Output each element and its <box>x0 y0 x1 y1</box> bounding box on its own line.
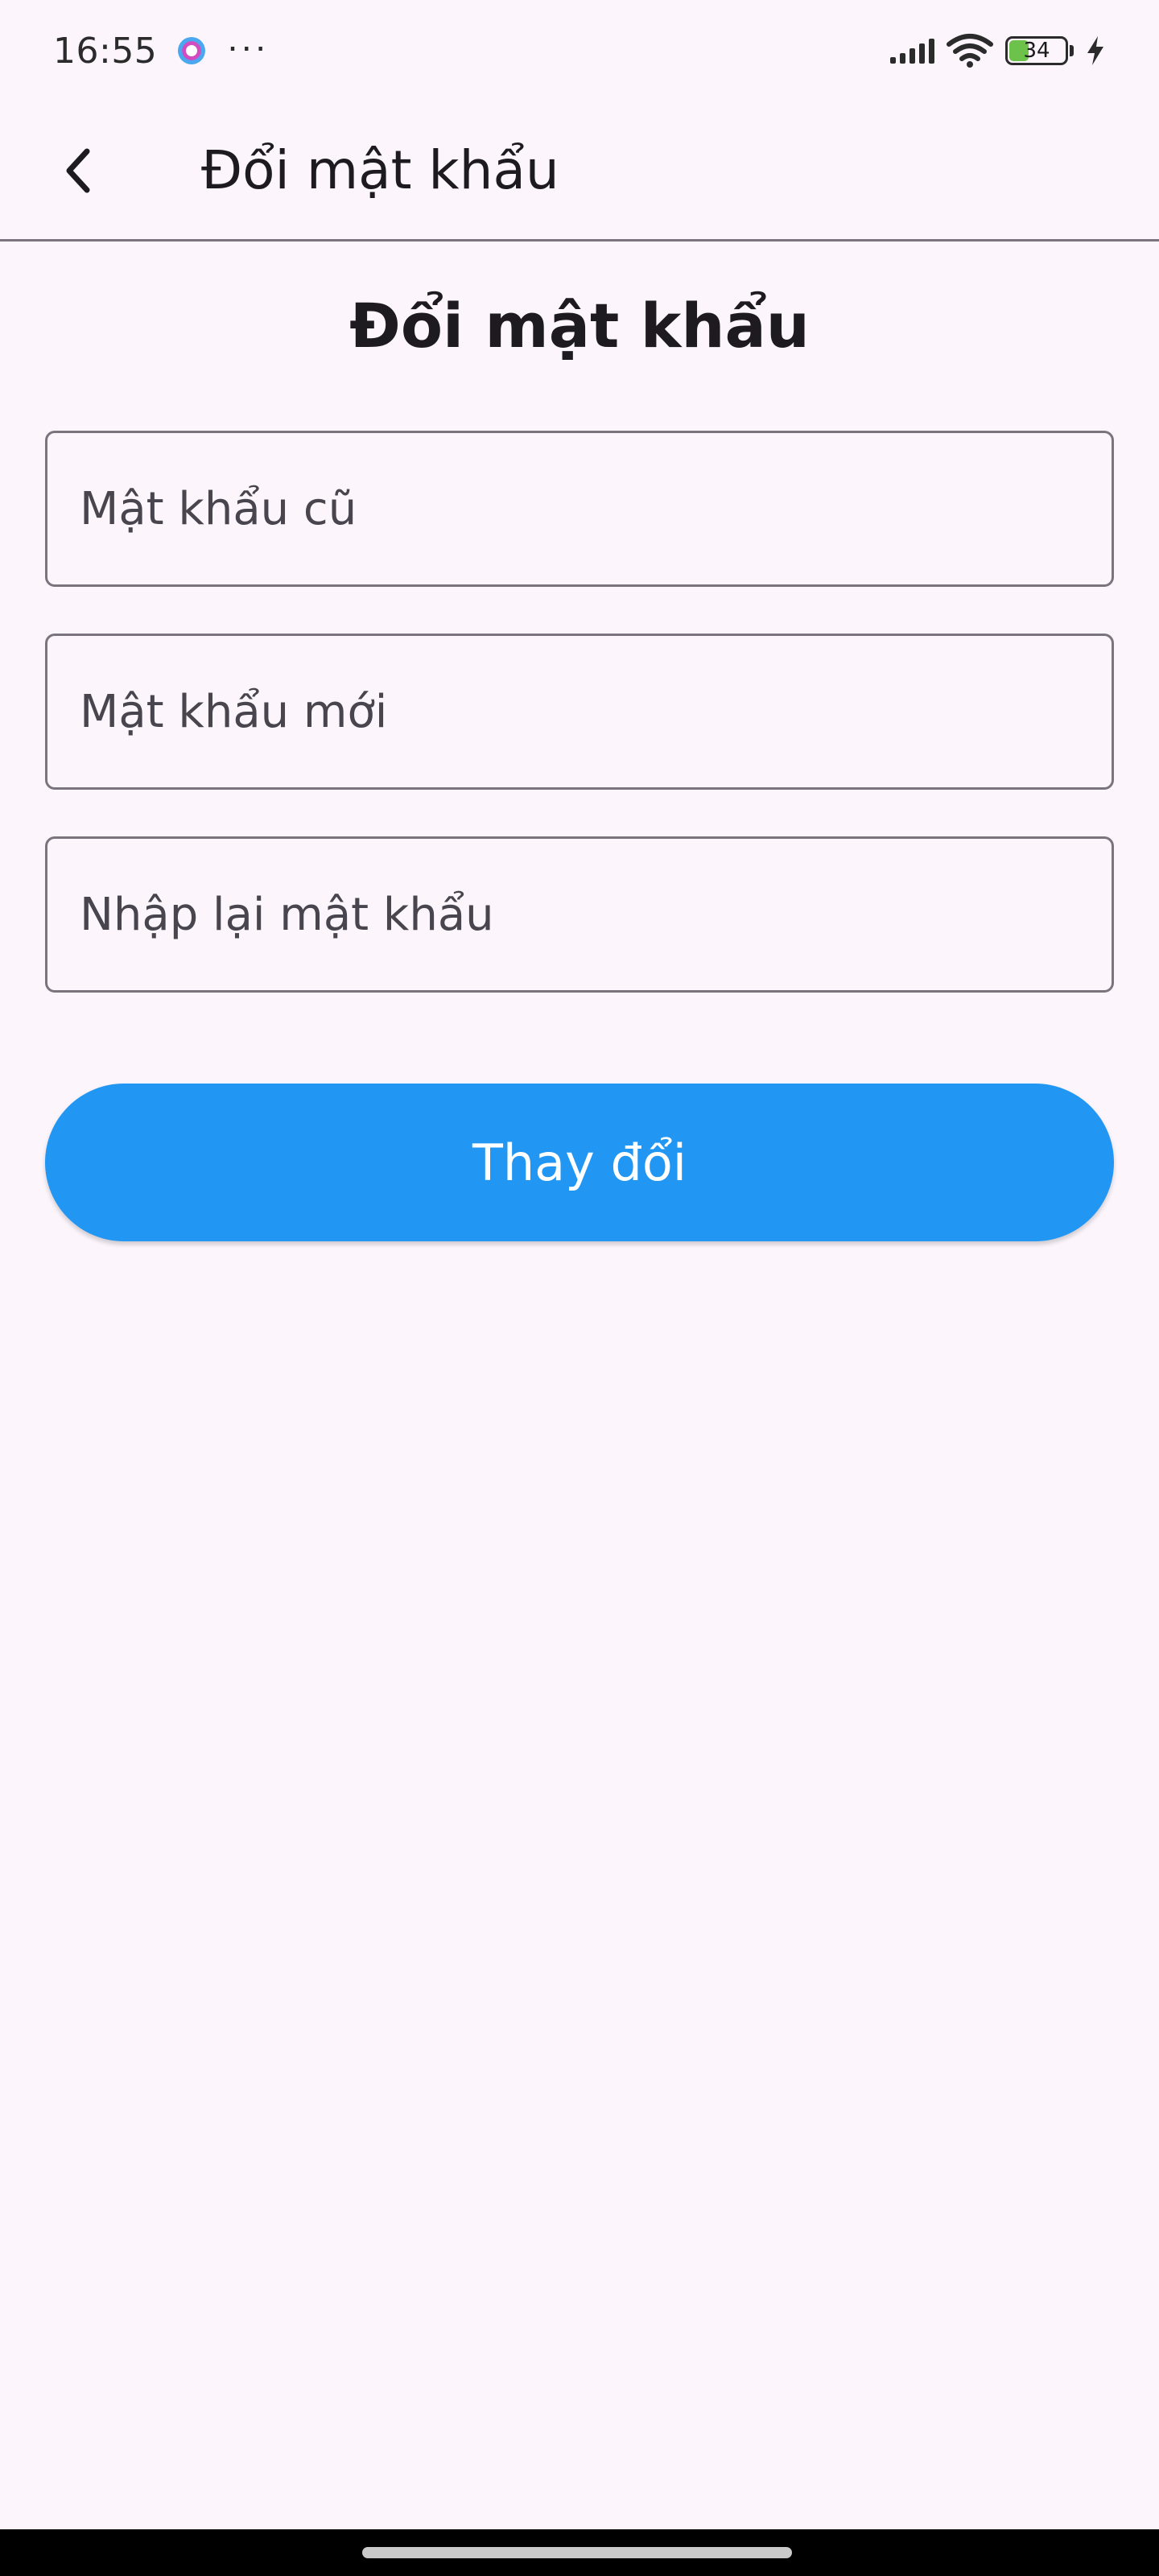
battery-cap <box>1070 45 1074 56</box>
old-password-input[interactable] <box>80 482 1079 535</box>
battery-level: 34 <box>1023 39 1050 63</box>
change-password-button[interactable]: Thay đổi <box>45 1084 1114 1241</box>
new-password-input[interactable] <box>80 685 1079 738</box>
status-left: 16:55 ··· <box>53 25 268 72</box>
more-notifications-icon: ··· <box>226 25 269 67</box>
home-indicator[interactable] <box>362 2547 792 2558</box>
page-heading: Đổi mật khẩu <box>349 290 810 361</box>
battery-icon: 34 <box>1005 36 1068 65</box>
status-bar: 16:55 ··· 34 <box>0 0 1159 101</box>
charging-icon <box>1087 36 1103 65</box>
app-notification-icon <box>178 37 206 64</box>
app-bar: Đổi mật khẩu <box>0 101 1159 242</box>
status-right: 34 <box>890 33 1106 68</box>
app-bar-title: Đổi mật khẩu <box>201 139 559 201</box>
signal-icon <box>890 38 934 64</box>
chevron-left-icon <box>66 148 90 192</box>
wifi-icon <box>947 34 993 68</box>
back-button[interactable] <box>31 122 127 219</box>
old-password-field[interactable] <box>45 431 1114 587</box>
navigation-bar <box>0 2529 1159 2576</box>
status-time: 16:55 <box>53 30 158 72</box>
confirm-password-input[interactable] <box>80 888 1079 941</box>
change-password-screen: 16:55 ··· 34 Đổi mật khẩu Đổi mật khẩu T… <box>0 0 1159 2576</box>
confirm-password-field[interactable] <box>45 836 1114 993</box>
new-password-field[interactable] <box>45 634 1114 790</box>
